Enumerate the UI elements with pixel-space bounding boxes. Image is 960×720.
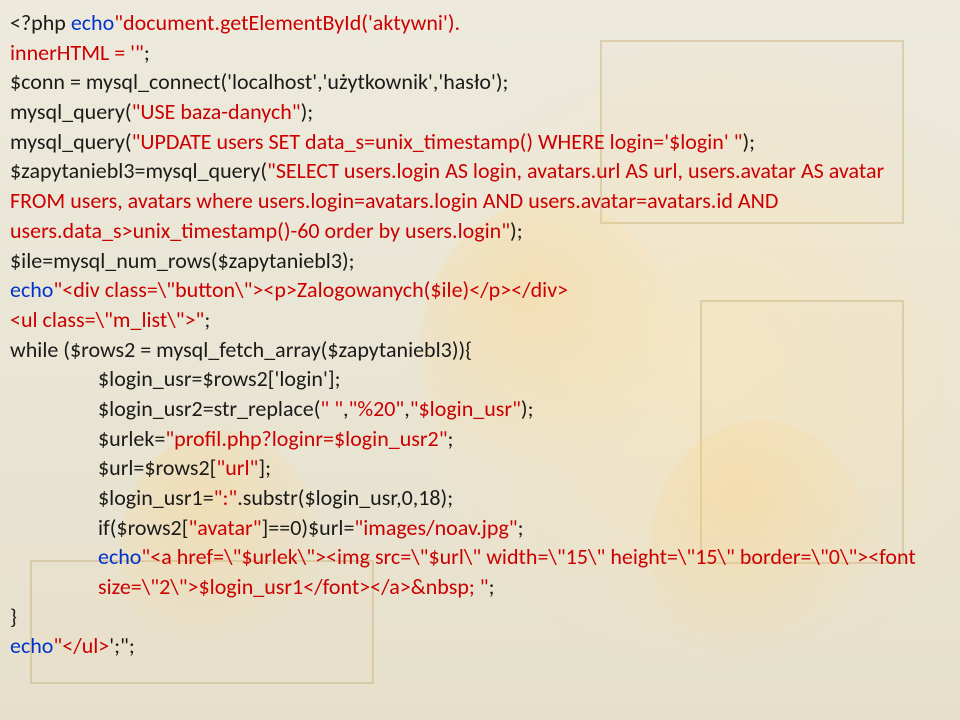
code-line-15: $login_usr1=":".substr($login_usr,0,18); (10, 483, 948, 513)
code-line-14: $url=$rows2["url"]; (10, 453, 948, 483)
code-line-4: mysql_query("USE baza-danych"); (10, 98, 313, 125)
code-line-6: $zapytaniebl3=mysql_query("SELECT users.… (10, 157, 894, 243)
code-line-16: if($rows2["avatar"]==0)$url="images/noav… (10, 513, 948, 543)
code-line-12: $login_usr2=str_replace(" ","%20","$logi… (10, 394, 948, 424)
code-line-19: echo"</ul>';"; (10, 632, 135, 659)
code-line-5: mysql_query("UPDATE users SET data_s=uni… (10, 128, 755, 155)
code-line-11: $login_usr=$rows2['login']; (10, 364, 948, 394)
code-block: <?php echo"document.getElementById('akty… (0, 0, 960, 669)
code-line-1: <?php echo"document.getElementById('akty… (10, 9, 460, 36)
code-line-9: <ul class=\"m_list\">"; (10, 306, 210, 333)
code-line-3: $conn = mysql_connect('localhost','użytk… (10, 68, 508, 95)
code-line-18: } (10, 603, 17, 630)
code-line-10: while ($rows2 = mysql_fetch_array($zapyt… (10, 336, 472, 363)
code-line-8: echo"<div class=\"button\"><p>Zalogowany… (10, 276, 568, 303)
code-line-7: $ile=mysql_num_rows($zapytaniebl3); (10, 247, 355, 274)
code-line-2: innerHTML = '"; (10, 39, 150, 66)
code-line-17: echo"<a href=\"$urlek\"><img src=\"$url\… (10, 542, 948, 601)
code-line-13: $urlek="profil.php?loginr=$login_usr2"; (10, 424, 948, 454)
